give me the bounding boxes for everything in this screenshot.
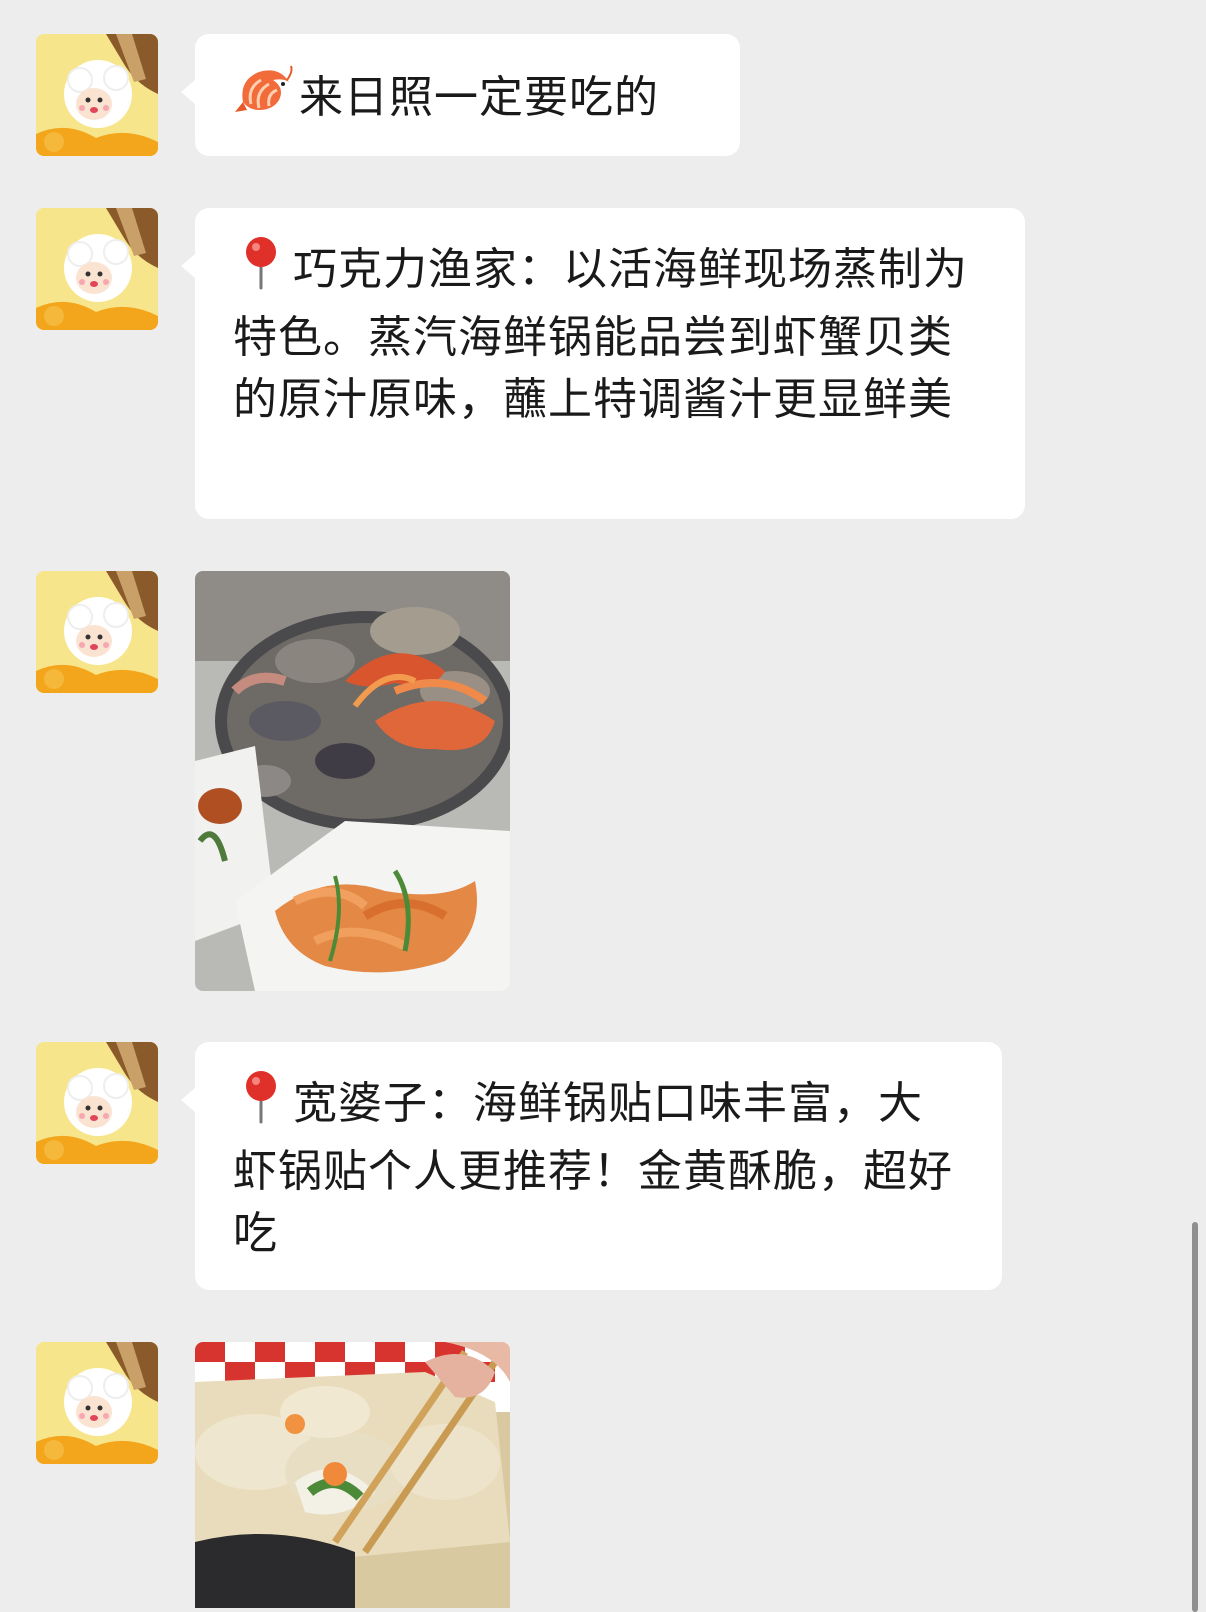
message-text: 宽婆子：海鲜锅贴口味丰富，大虾锅贴个人更推荐！金黄酥脆，超好吃 (233, 1078, 953, 1259)
message-text: 巧克力渔家：以活海鲜现场蒸制为特色。蒸汽海鲜锅能品尝到虾蟹贝类的原汁原味，蘸上特… (233, 244, 968, 425)
message-text: 来日照一定要吃的 (299, 72, 659, 123)
avatar[interactable] (36, 1342, 158, 1464)
scrollbar[interactable] (1192, 1222, 1198, 1612)
message-bubble[interactable]: 来日照一定要吃的 (181, 34, 740, 156)
potsticker-photo[interactable] (195, 1342, 510, 1608)
message-bubble[interactable]: 宽婆子：海鲜锅贴口味丰富，大虾锅贴个人更推荐！金黄酥脆，超好吃 (181, 1042, 1002, 1290)
avatar[interactable] (36, 571, 158, 693)
avatar[interactable] (36, 1042, 158, 1164)
round-pushpin-icon (233, 234, 289, 307)
seafood-pot-photo[interactable] (195, 571, 510, 991)
shrimp-icon (233, 64, 295, 135)
round-pushpin-icon (233, 1068, 289, 1141)
avatar[interactable] (36, 34, 158, 156)
avatar[interactable] (36, 208, 158, 330)
message-bubble[interactable]: 巧克力渔家：以活海鲜现场蒸制为特色。蒸汽海鲜锅能品尝到虾蟹贝类的原汁原味，蘸上特… (181, 208, 1025, 519)
chat-message-list: 来日照一定要吃的 巧克力渔家：以活海鲜现场蒸制为特色。蒸汽海鲜锅能品尝到虾蟹贝类… (0, 0, 1206, 1612)
